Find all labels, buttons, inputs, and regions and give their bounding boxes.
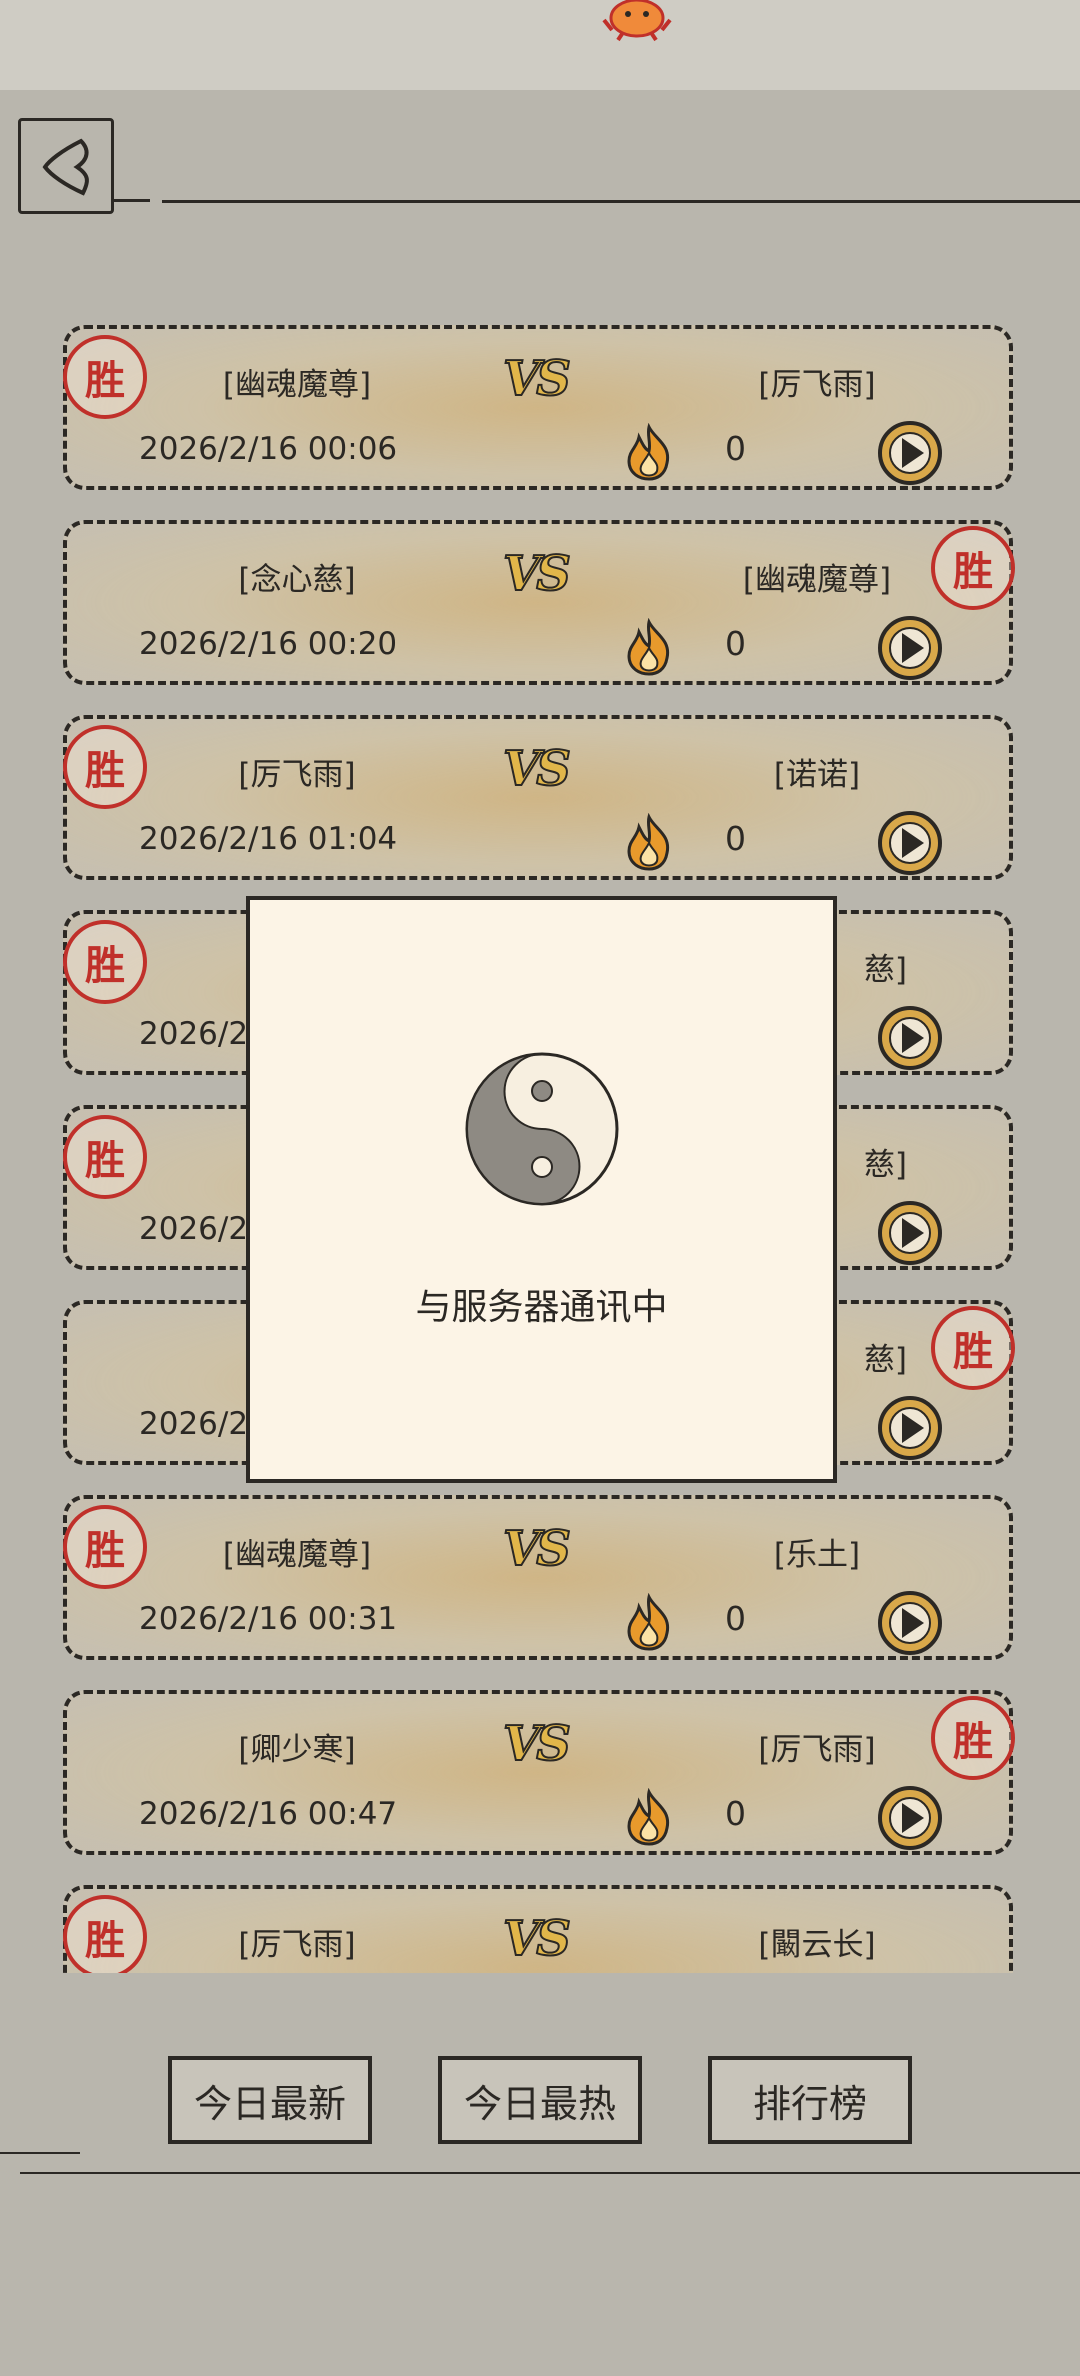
match-time: 2026/2/16 00:47 <box>139 1796 398 1832</box>
vs-label: VS <box>502 545 572 603</box>
play-button[interactable] <box>878 421 942 485</box>
match-time: 2026/2/16 00:31 <box>139 1601 398 1637</box>
play-button[interactable] <box>878 1591 942 1655</box>
header-divider-left <box>114 199 150 202</box>
fire-icon <box>627 1593 670 1651</box>
fire-icon <box>627 813 670 871</box>
match-card[interactable]: 胜 [厉飞雨] VS [诺诺] 2026/2/16 01:04 0 <box>63 715 1013 880</box>
match-card[interactable]: 胜 [厉飞雨] VS [闞云长] <box>63 1885 1013 1973</box>
player1-name: [卿少寒] <box>238 1732 356 1768</box>
player2-name: [幽魂魔尊] <box>742 562 892 598</box>
match-card[interactable]: 胜 [幽魂魔尊] VS [乐土] 2026/2/16 00:31 0 <box>63 1495 1013 1660</box>
fire-icon <box>627 618 670 676</box>
chevron-left-icon <box>42 138 89 196</box>
fire-icon <box>627 1788 670 1846</box>
match-time: 2026/2/16 00:20 <box>139 626 398 662</box>
match-time: 2026/2/ <box>139 1406 259 1442</box>
back-button[interactable] <box>18 118 114 214</box>
vs-label: VS <box>502 740 572 798</box>
match-time: 2026/2/16 00:06 <box>139 431 398 467</box>
player1-name: [幽魂魔尊] <box>222 1537 372 1573</box>
taiji-icon <box>465 1052 619 1206</box>
hot-count: 0 <box>725 624 746 663</box>
player2-name: [乐土] <box>773 1537 861 1573</box>
win-seal: 胜 <box>63 725 147 809</box>
win-seal: 胜 <box>63 920 147 1004</box>
hot-count: 0 <box>725 1794 746 1833</box>
player2-name: [厉飞雨] <box>758 367 876 403</box>
tab-today-latest[interactable]: 今日最新 <box>168 2056 372 2144</box>
play-button[interactable] <box>878 1201 942 1265</box>
loading-message: 与服务器通讯中 <box>415 1287 668 1328</box>
player1-name: [厉飞雨] <box>238 757 356 793</box>
win-seal: 胜 <box>63 335 147 419</box>
win-seal: 胜 <box>63 1895 147 1973</box>
player2-name: [诺诺] <box>773 757 861 793</box>
hot-count: 0 <box>725 1599 746 1638</box>
win-seal: 胜 <box>63 1115 147 1199</box>
tab-ranking[interactable]: 排行榜 <box>708 2056 912 2144</box>
hot-count: 0 <box>725 429 746 468</box>
player2-name: [厉飞雨] <box>758 1732 876 1768</box>
win-seal: 胜 <box>931 1306 1015 1390</box>
player1-name: [念心慈] <box>238 562 356 598</box>
header-divider <box>162 200 1080 203</box>
match-time: 2026/2/ <box>139 1016 259 1052</box>
match-card[interactable]: 胜 [念心慈] VS [幽魂魔尊] 2026/2/16 00:20 0 <box>63 520 1015 685</box>
play-button[interactable] <box>878 1396 942 1460</box>
footer-divider-left <box>0 2152 80 2154</box>
vs-label: VS <box>502 350 572 408</box>
loading-dialog: 与服务器通讯中 <box>246 896 837 1483</box>
play-button[interactable] <box>878 616 942 680</box>
play-button[interactable] <box>878 1006 942 1070</box>
vs-label: VS <box>502 1910 572 1968</box>
footer-divider <box>20 2172 1080 2174</box>
player1-name: [幽魂魔尊] <box>222 367 372 403</box>
vs-label: VS <box>502 1520 572 1578</box>
match-time: 2026/2/16 01:04 <box>139 821 398 857</box>
fire-icon <box>627 423 670 481</box>
match-card[interactable]: 胜 [幽魂魔尊] VS [厉飞雨] 2026/2/16 00:06 0 <box>63 325 1013 490</box>
player2-name: [闞云长] <box>758 1927 876 1963</box>
status-area <box>0 0 1080 90</box>
hot-count: 0 <box>725 819 746 858</box>
vs-label: VS <box>502 1715 572 1773</box>
win-seal: 胜 <box>63 1505 147 1589</box>
match-card[interactable]: 胜 [卿少寒] VS [厉飞雨] 2026/2/16 00:47 0 <box>63 1690 1015 1855</box>
crab-mascot-icon <box>602 0 672 42</box>
tab-today-hot[interactable]: 今日最热 <box>438 2056 642 2144</box>
player1-name: [厉飞雨] <box>238 1927 356 1963</box>
play-button[interactable] <box>878 1786 942 1850</box>
play-button[interactable] <box>878 811 942 875</box>
match-time: 2026/2/ <box>139 1211 259 1247</box>
